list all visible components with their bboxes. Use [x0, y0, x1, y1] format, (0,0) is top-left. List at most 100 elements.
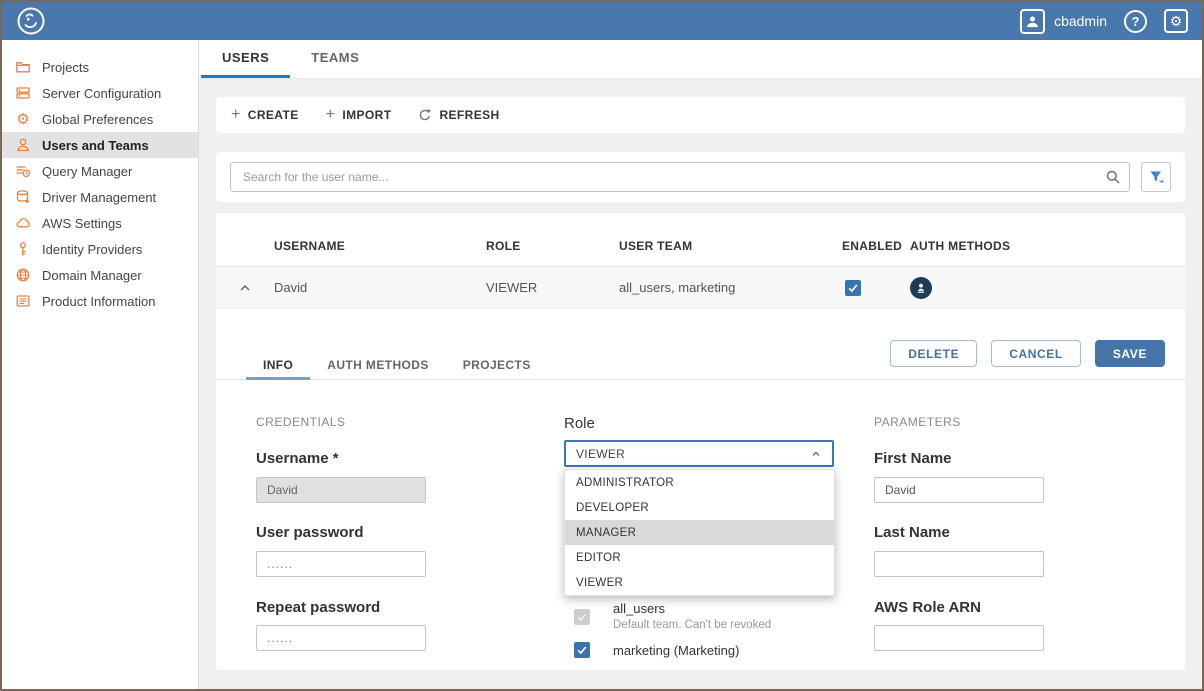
- sidebar-item-query-manager[interactable]: Query Manager: [2, 158, 198, 184]
- help-icon[interactable]: ?: [1124, 10, 1147, 33]
- sidebar-item-label: Server Configuration: [42, 86, 161, 101]
- role-select[interactable]: VIEWER: [564, 440, 834, 467]
- sidebar-item-label: Projects: [42, 60, 89, 75]
- sidebar-item-label: Users and Teams: [42, 138, 149, 153]
- sidebar-item-label: Global Preferences: [42, 112, 153, 127]
- gear-icon: ⚙: [15, 110, 31, 128]
- team-all-users-checkbox: [574, 609, 590, 625]
- tab-projects[interactable]: PROJECTS: [446, 352, 548, 380]
- aws-role-arn-label: AWS Role ARN: [874, 599, 981, 616]
- document-icon: [15, 293, 31, 309]
- import-button[interactable]: + IMPORT: [326, 107, 392, 123]
- username-input: [256, 477, 426, 503]
- parameters-section-label: PARAMETERS: [874, 415, 961, 429]
- sidebar-item-product-information[interactable]: Product Information: [2, 288, 198, 314]
- app-body: Projects Server Configuration ⚙ Global P…: [2, 40, 1202, 689]
- role-option-administrator[interactable]: ADMINISTRATOR: [565, 470, 834, 495]
- sidebar-item-label: AWS Settings: [42, 216, 122, 231]
- check-icon: [576, 611, 588, 623]
- user-password-input[interactable]: [256, 551, 426, 577]
- import-button-label: IMPORT: [342, 108, 391, 122]
- sidebar-item-global-preferences[interactable]: ⚙ Global Preferences: [2, 106, 198, 132]
- main-content: USERS TEAMS + CREATE + IMPORT REFRESH: [199, 40, 1202, 689]
- column-header-enabled: ENABLED: [842, 239, 910, 253]
- team-marketing-label: marketing (Marketing): [613, 643, 739, 658]
- tab-teams[interactable]: TEAMS: [290, 40, 380, 78]
- role-option-developer[interactable]: DEVELOPER: [565, 495, 834, 520]
- admin-sidebar: Projects Server Configuration ⚙ Global P…: [2, 40, 199, 689]
- credentials-section-label: CREDENTIALS: [256, 415, 346, 429]
- tab-auth-methods[interactable]: AUTH METHODS: [310, 352, 445, 380]
- last-name-input[interactable]: [874, 551, 1044, 577]
- create-button[interactable]: + CREATE: [231, 107, 299, 123]
- sidebar-item-label: Identity Providers: [42, 242, 142, 257]
- search-input[interactable]: [230, 162, 1130, 192]
- sidebar-item-identity-providers[interactable]: Identity Providers: [2, 236, 198, 262]
- current-user-menu[interactable]: cbadmin: [1020, 9, 1107, 34]
- table-row[interactable]: David VIEWER all_users, marketing: [216, 267, 1185, 309]
- column-header-username: USERNAME: [274, 239, 486, 253]
- role-label: Role: [564, 415, 595, 432]
- cloudbeaver-logo-icon[interactable]: [16, 6, 46, 36]
- filter-button[interactable]: [1141, 162, 1171, 192]
- local-user-auth-badge-icon: [910, 277, 932, 299]
- check-icon: [847, 282, 859, 294]
- enabled-checkbox[interactable]: [845, 280, 861, 296]
- role-selected-value: VIEWER: [576, 447, 625, 461]
- user-detail-panel: DELETE CANCEL SAVE INFO AUTH METHODS PRO…: [216, 309, 1185, 670]
- refresh-button-label: REFRESH: [439, 108, 499, 122]
- column-header-role: ROLE: [486, 239, 619, 253]
- user-avatar-icon: [1020, 9, 1045, 34]
- globe-icon: [15, 267, 31, 283]
- tab-users[interactable]: USERS: [201, 40, 290, 78]
- first-name-input[interactable]: [874, 477, 1044, 503]
- query-history-clock-icon: [15, 163, 31, 179]
- sidebar-item-server-configuration[interactable]: Server Configuration: [2, 80, 198, 106]
- role-option-viewer[interactable]: VIEWER: [565, 570, 834, 595]
- repeat-password-input[interactable]: [256, 625, 426, 651]
- search-box: [230, 162, 1130, 192]
- database-icon: [15, 189, 31, 205]
- cell-role: VIEWER: [486, 280, 619, 295]
- sidebar-item-users-and-teams[interactable]: Users and Teams: [2, 132, 198, 158]
- sidebar-item-label: Product Information: [42, 294, 155, 309]
- sidebar-item-label: Driver Management: [42, 190, 156, 205]
- role-option-manager[interactable]: MANAGER: [565, 520, 834, 545]
- aws-role-arn-input[interactable]: [874, 625, 1044, 651]
- column-header-auth-methods: AUTH METHODS: [910, 239, 1185, 253]
- team-all-users-item: all_users Default team. Can't be revoked: [613, 601, 771, 631]
- column-header-user-team: USER TEAM: [619, 239, 842, 253]
- role-option-editor[interactable]: EDITOR: [565, 545, 834, 570]
- sidebar-item-aws-settings[interactable]: AWS Settings: [2, 210, 198, 236]
- team-description: Default team. Can't be revoked: [613, 619, 771, 631]
- user-password-label: User password: [256, 524, 364, 541]
- refresh-button[interactable]: REFRESH: [418, 108, 499, 122]
- sidebar-item-driver-management[interactable]: Driver Management: [2, 184, 198, 210]
- last-name-label: Last Name: [874, 524, 950, 541]
- cell-user-team: all_users, marketing: [619, 280, 842, 295]
- actions-toolbar: + CREATE + IMPORT REFRESH: [216, 97, 1185, 133]
- filter-funnel-icon: [1148, 169, 1165, 186]
- settings-gear-icon[interactable]: ⚙: [1164, 9, 1188, 33]
- admin-app-window: cbadmin ? ⚙ Projects Server Configuratio…: [0, 0, 1204, 691]
- first-name-label: First Name: [874, 450, 952, 467]
- users-table-panel: USERNAME ROLE USER TEAM ENABLED AUTH MET…: [216, 213, 1185, 670]
- users-teams-tabbar: USERS TEAMS: [199, 40, 1202, 79]
- sidebar-item-domain-manager[interactable]: Domain Manager: [2, 262, 198, 288]
- sidebar-item-projects[interactable]: Projects: [2, 54, 198, 80]
- username-label: Username *: [256, 450, 339, 467]
- search-panel: [216, 152, 1185, 202]
- plus-icon: +: [326, 107, 336, 123]
- create-button-label: CREATE: [248, 108, 299, 122]
- username-text: cbadmin: [1054, 13, 1107, 29]
- users-icon: [15, 137, 31, 153]
- check-icon: [576, 644, 588, 656]
- search-icon: [1105, 169, 1121, 185]
- team-marketing-checkbox[interactable]: [574, 642, 590, 658]
- tab-info[interactable]: INFO: [246, 352, 310, 380]
- server-rack-icon: [15, 85, 31, 101]
- sidebar-item-label: Query Manager: [42, 164, 132, 179]
- topbar-actions: cbadmin ? ⚙: [1020, 9, 1188, 34]
- sidebar-item-label: Domain Manager: [42, 268, 142, 283]
- collapse-row-chevron-icon[interactable]: [237, 280, 253, 296]
